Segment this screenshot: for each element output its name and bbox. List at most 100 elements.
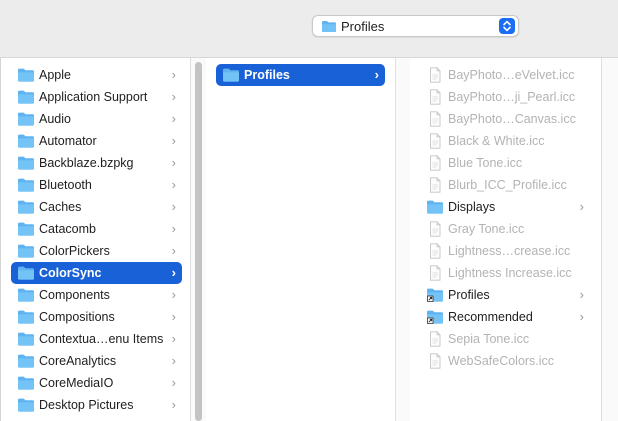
item-label: Catacomb xyxy=(39,222,96,236)
column-3: BayPhoto…eVelvet.icc BayPhoto…ji_Pearl.ic… xyxy=(410,58,601,421)
chevron-right-icon: › xyxy=(171,221,176,236)
column-1-item-coreanalytics[interactable]: CoreAnalytics › xyxy=(11,350,182,372)
column-1-item-desktop-pictures[interactable]: Desktop Pictures › xyxy=(11,394,182,416)
chevron-right-icon: › xyxy=(171,177,176,192)
document-icon xyxy=(426,265,444,281)
item-label: Apple xyxy=(39,68,71,82)
folder-icon xyxy=(17,287,35,303)
chevron-right-icon: › xyxy=(374,67,379,82)
item-label: Lightness…crease.icc xyxy=(448,244,571,258)
document-icon xyxy=(426,67,444,83)
chevron-right-icon: › xyxy=(171,309,176,324)
column-3-item-sepia-tone-icc[interactable]: Sepia Tone.icc xyxy=(420,328,590,350)
folder-icon xyxy=(321,20,337,33)
column-3-item-gray-tone-icc[interactable]: Gray Tone.icc xyxy=(420,218,590,240)
column-1-item-colorsync[interactable]: ColorSync › xyxy=(11,262,182,284)
column-3-item-bayphoto-canvas-icc[interactable]: BayPhoto…Canvas.icc xyxy=(420,108,590,130)
folder-icon xyxy=(17,397,35,413)
path-popup-button[interactable]: Profiles xyxy=(312,15,519,37)
toolbar: Profiles xyxy=(0,0,618,58)
alias-folder-icon xyxy=(426,287,444,303)
item-label: Blue Tone.icc xyxy=(448,156,523,170)
folder-icon xyxy=(17,243,35,259)
column-3-item-bayphoto-ji-pearl-icc[interactable]: BayPhoto…ji_Pearl.icc xyxy=(420,86,590,108)
document-icon xyxy=(426,353,444,369)
item-label: CoreMediaIO xyxy=(39,376,114,390)
column-1: Apple › Application Support › Audio › Automato… xyxy=(0,58,190,421)
chevron-right-icon: › xyxy=(171,287,176,302)
folder-icon xyxy=(17,67,35,83)
item-label: Recommended xyxy=(448,310,533,324)
folder-icon xyxy=(426,199,444,215)
column-1-item-compositions[interactable]: Compositions › xyxy=(11,306,182,328)
item-label: Profiles xyxy=(448,288,490,302)
item-label: Bluetooth xyxy=(39,178,92,192)
item-label: Audio xyxy=(39,112,71,126)
column-1-item-bluetooth[interactable]: Bluetooth › xyxy=(11,174,182,196)
chevron-right-icon: › xyxy=(171,375,176,390)
column-3-item-websafecolors-icc[interactable]: WebSafeColors.icc xyxy=(420,350,590,372)
folder-icon xyxy=(17,375,35,391)
column-1-scrollbar[interactable] xyxy=(190,58,207,421)
folder-icon xyxy=(17,133,35,149)
folder-icon xyxy=(17,309,35,325)
alias-folder-icon xyxy=(426,309,444,325)
item-label: Blurb_ICC_Profile.icc xyxy=(448,178,567,192)
scrollbar-thumb[interactable] xyxy=(195,62,202,421)
item-label: CoreAnalytics xyxy=(39,354,117,368)
column-3-item-profiles[interactable]: Profiles › xyxy=(420,284,590,306)
chevron-right-icon: › xyxy=(171,243,176,258)
item-label: ColorPickers xyxy=(39,244,110,258)
column-3-item-lightness-increase-icc[interactable]: Lightness Increase.icc xyxy=(420,262,590,284)
folder-icon xyxy=(17,199,35,215)
item-label: Sepia Tone.icc xyxy=(448,332,530,346)
column-3-item-black-white-icc[interactable]: Black & White.icc xyxy=(420,130,590,152)
chevron-right-icon: › xyxy=(171,331,176,346)
chevron-right-icon: › xyxy=(171,199,176,214)
path-popup-label: Profiles xyxy=(341,19,385,34)
column-1-item-catacomb[interactable]: Catacomb › xyxy=(11,218,182,240)
folder-icon xyxy=(17,331,35,347)
column-3-item-lightness-crease-icc[interactable]: Lightness…crease.icc xyxy=(420,240,590,262)
chevron-right-icon: › xyxy=(171,111,176,126)
column-1-item-audio[interactable]: Audio › xyxy=(11,108,182,130)
column-1-item-caches[interactable]: Caches › xyxy=(11,196,182,218)
document-icon xyxy=(426,133,444,149)
column-2: Profiles › xyxy=(206,58,395,421)
column-1-item-colorpickers[interactable]: ColorPickers › xyxy=(11,240,182,262)
item-label: BayPhoto…Canvas.icc xyxy=(448,112,576,126)
chevron-right-icon: › xyxy=(171,265,176,280)
column-3-scrollbar[interactable] xyxy=(601,58,618,421)
column-1-item-application-support[interactable]: Application Support › xyxy=(11,86,182,108)
chevron-right-icon: › xyxy=(171,67,176,82)
chevron-right-icon: › xyxy=(171,133,176,148)
column-1-item-components[interactable]: Components › xyxy=(11,284,182,306)
column-3-item-blue-tone-icc[interactable]: Blue Tone.icc xyxy=(420,152,590,174)
column-1-item-backblaze-bzpkg[interactable]: Backblaze.bzpkg › xyxy=(11,152,182,174)
column-3-item-bayphoto-evelvet-icc[interactable]: BayPhoto…eVelvet.icc xyxy=(420,64,590,86)
column-2-scrollbar[interactable] xyxy=(395,58,411,421)
document-icon xyxy=(426,243,444,259)
column-1-item-apple[interactable]: Apple › xyxy=(11,64,182,86)
item-label: Backblaze.bzpkg xyxy=(39,156,134,170)
item-label: BayPhoto…eVelvet.icc xyxy=(448,68,575,82)
item-label: ColorSync xyxy=(39,266,102,280)
column-3-item-recommended[interactable]: Recommended › xyxy=(420,306,590,328)
column-1-item-automator[interactable]: Automator › xyxy=(11,130,182,152)
column-2-item-profiles[interactable]: Profiles › xyxy=(216,64,385,86)
column-1-item-contextua-enu-items[interactable]: Contextua…enu Items › xyxy=(11,328,182,350)
item-label: Displays xyxy=(448,200,496,214)
folder-icon xyxy=(17,353,35,369)
column-3-item-displays[interactable]: Displays › xyxy=(420,196,590,218)
item-label: Application Support xyxy=(39,90,148,104)
column-3-item-blurb-icc-profile-icc[interactable]: Blurb_ICC_Profile.icc xyxy=(420,174,590,196)
column-1-item-coremediaio[interactable]: CoreMediaIO › xyxy=(11,372,182,394)
item-label: Components xyxy=(39,288,110,302)
folder-icon xyxy=(222,67,240,83)
folder-icon xyxy=(17,221,35,237)
document-icon xyxy=(426,155,444,171)
item-label: Gray Tone.icc xyxy=(448,222,525,236)
document-icon xyxy=(426,111,444,127)
up-down-arrows-icon xyxy=(499,18,515,34)
document-icon xyxy=(426,221,444,237)
